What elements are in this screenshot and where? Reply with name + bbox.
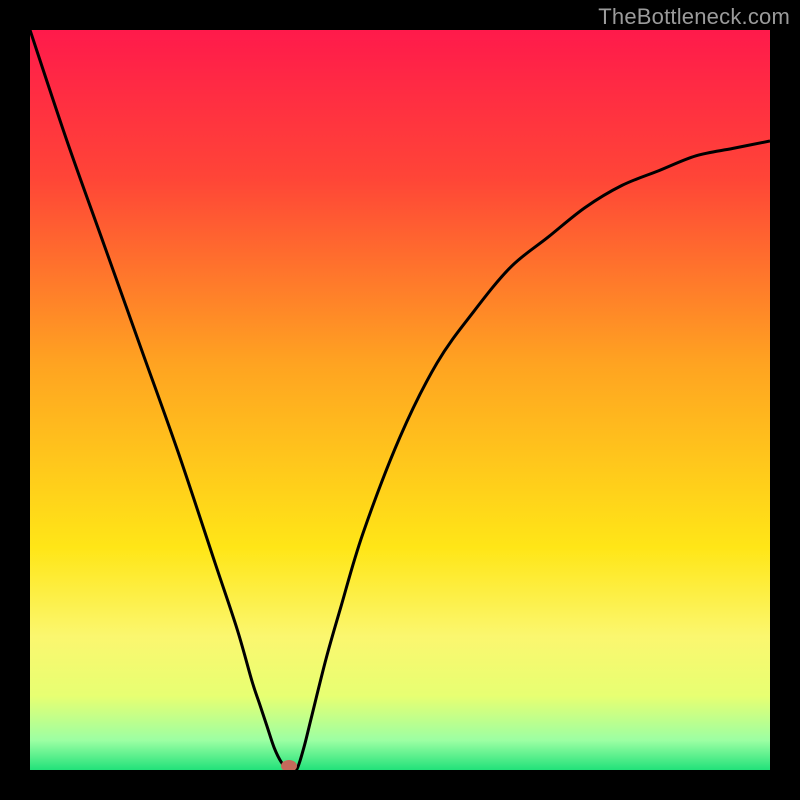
chart-frame: TheBottleneck.com bbox=[0, 0, 800, 800]
plot-area bbox=[30, 30, 770, 770]
plot-svg bbox=[30, 30, 770, 770]
gradient-background bbox=[30, 30, 770, 770]
attribution-label: TheBottleneck.com bbox=[598, 4, 790, 30]
optimum-marker bbox=[281, 760, 297, 770]
